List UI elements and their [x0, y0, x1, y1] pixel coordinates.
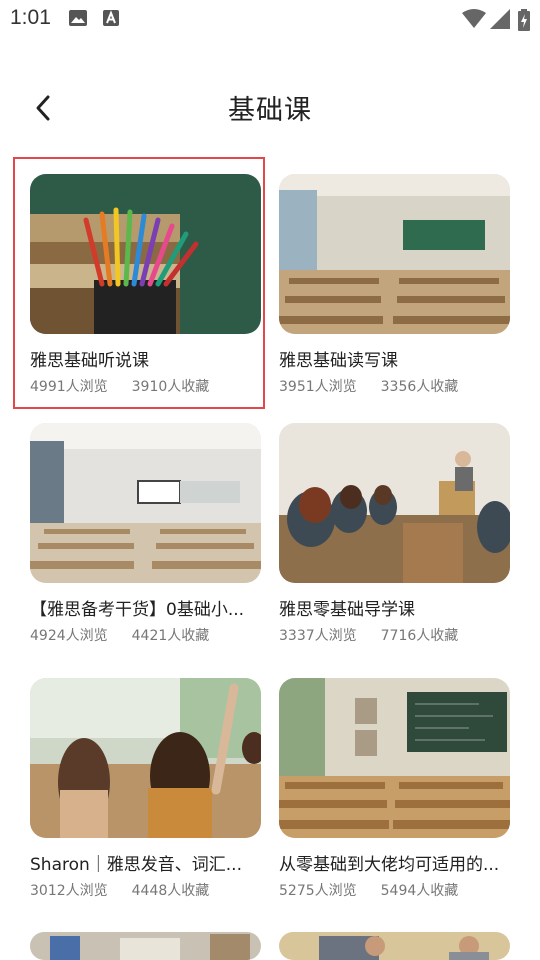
cellular-signal-icon — [490, 9, 510, 33]
course-card[interactable]: 【雅思备考干货】0基础小... 4924人浏览 4421人收藏 — [30, 423, 262, 663]
course-card[interactable]: 从零基础到大佬均可适用的... 5275人浏览 5494人收藏 — [279, 678, 511, 918]
course-stats: 4991人浏览 3910人收藏 — [30, 376, 209, 396]
course-title: 雅思零基础导学课 — [279, 600, 415, 620]
course-card[interactable]: 雅思基础听说课 4991人浏览 3910人收藏 — [30, 174, 262, 414]
course-stats: 3951人浏览 3356人收藏 — [279, 376, 458, 396]
course-stats: 3012人浏览 4448人收藏 — [30, 880, 209, 900]
favorite-count: 3910人收藏 — [131, 379, 210, 395]
wifi-icon — [462, 9, 486, 33]
favorite-count: 7716人收藏 — [380, 628, 459, 644]
header: 基础课 — [0, 70, 540, 146]
course-card[interactable]: Sharon｜雅思发音、词汇... 3012人浏览 4448人收藏 — [30, 678, 262, 918]
favorite-count: 3356人收藏 — [380, 379, 459, 395]
status-time: 1:01 — [10, 6, 51, 29]
view-count: 3012人浏览 — [30, 883, 108, 899]
battery-charging-icon — [518, 9, 530, 35]
course-title: Sharon｜雅思发音、词汇... — [30, 855, 242, 875]
course-stats: 3337人浏览 7716人收藏 — [279, 625, 458, 645]
favorite-count: 4448人收藏 — [131, 883, 210, 899]
course-title: 从零基础到大佬均可适用的... — [279, 855, 500, 875]
course-title: 【雅思备考干货】0基础小... — [30, 600, 245, 620]
course-thumbnail — [279, 423, 510, 583]
course-stats: 5275人浏览 5494人收藏 — [279, 880, 458, 900]
course-thumbnail — [30, 174, 261, 334]
course-thumbnail — [279, 678, 510, 838]
course-thumbnail — [279, 932, 510, 960]
page-title: 基础课 — [228, 95, 312, 126]
course-card[interactable] — [279, 932, 511, 960]
favorite-count: 4421人收藏 — [131, 628, 210, 644]
keyboard-notification-icon — [102, 9, 120, 31]
course-thumbnail — [30, 932, 261, 960]
course-title: 雅思基础听说课 — [30, 351, 149, 371]
view-count: 4924人浏览 — [30, 628, 108, 644]
course-card[interactable] — [30, 932, 262, 960]
course-stats: 4924人浏览 4421人收藏 — [30, 625, 209, 645]
course-title: 雅思基础读写课 — [279, 351, 398, 371]
view-count: 3337人浏览 — [279, 628, 357, 644]
course-thumbnail — [279, 174, 510, 334]
status-bar: 1:01 — [0, 0, 540, 38]
view-count: 5275人浏览 — [279, 883, 357, 899]
course-card[interactable]: 雅思基础读写课 3951人浏览 3356人收藏 — [279, 174, 511, 414]
view-count: 3951人浏览 — [279, 379, 357, 395]
view-count: 4991人浏览 — [30, 379, 108, 395]
course-thumbnail — [30, 423, 261, 583]
course-thumbnail — [30, 678, 261, 838]
favorite-count: 5494人收藏 — [380, 883, 459, 899]
image-notification-icon — [68, 9, 88, 31]
course-card[interactable]: 雅思零基础导学课 3337人浏览 7716人收藏 — [279, 423, 511, 663]
